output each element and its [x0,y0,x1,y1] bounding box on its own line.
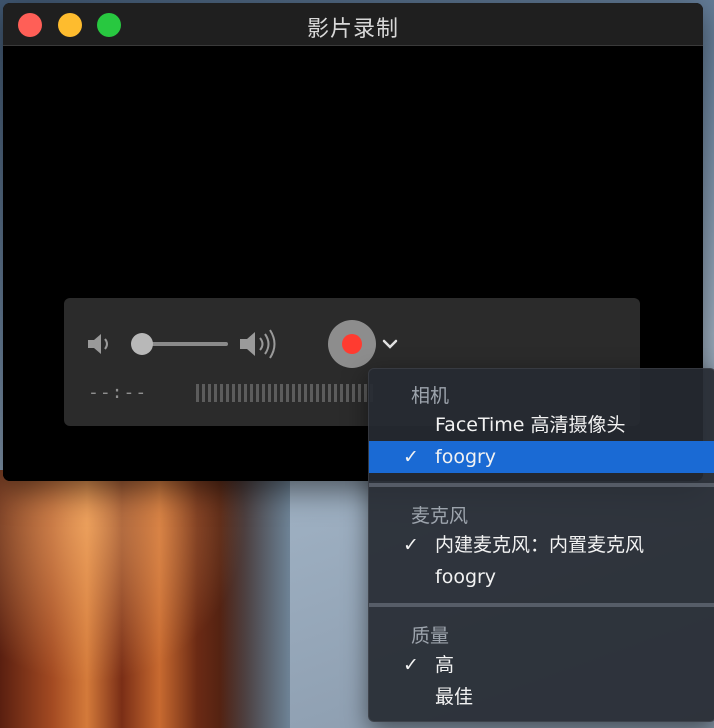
window-title: 影片录制 [306,17,399,42]
title-bar: 影片录制 [3,3,703,46]
menu-separator [369,603,714,607]
menu-item-foogry-camera[interactable]: ✓ foogry [369,441,714,473]
record-button[interactable] [328,320,376,368]
checkmark-icon: ✓ [403,446,419,468]
menu-separator [369,483,714,487]
menu-item-label: 内建麦克风：内置麦克风 [435,534,645,556]
speaker-high-icon[interactable] [238,328,284,360]
menu-item-builtin-mic[interactable]: ✓ 内建麦克风：内置麦克风 [369,529,714,561]
menu-item-label: foogry [435,446,497,468]
menu-item-label: foogry [435,566,497,588]
audio-level-meter [196,384,376,402]
menu-header-camera: 相机 [411,385,450,407]
menu-item-quality-maximum[interactable]: 最佳 [369,681,714,713]
volume-slider-knob[interactable] [131,333,153,355]
menu-item-foogry-mic[interactable]: foogry [369,561,714,593]
menu-header-quality: 质量 [411,625,450,647]
menu-item-label: 最佳 [435,686,474,708]
volume-slider[interactable] [144,342,228,346]
speaker-low-icon[interactable] [86,331,116,357]
desktop-wallpaper [0,470,290,728]
menu-item-quality-high[interactable]: ✓ 高 [369,649,714,681]
menu-item-facetime-camera[interactable]: FaceTime 高清摄像头 [369,409,714,441]
checkmark-icon: ✓ [403,654,419,676]
chevron-down-icon[interactable] [382,338,398,350]
record-icon [342,334,362,354]
recording-time: --:-- [88,382,148,403]
menu-item-label: 高 [435,654,455,676]
recording-options-menu: 相机 FaceTime 高清摄像头 ✓ foogry 麦克风 ✓ 内建麦克风：内… [368,368,714,722]
menu-item-label: FaceTime 高清摄像头 [435,414,626,436]
checkmark-icon: ✓ [403,534,419,556]
menu-header-microphone: 麦克风 [411,505,469,527]
